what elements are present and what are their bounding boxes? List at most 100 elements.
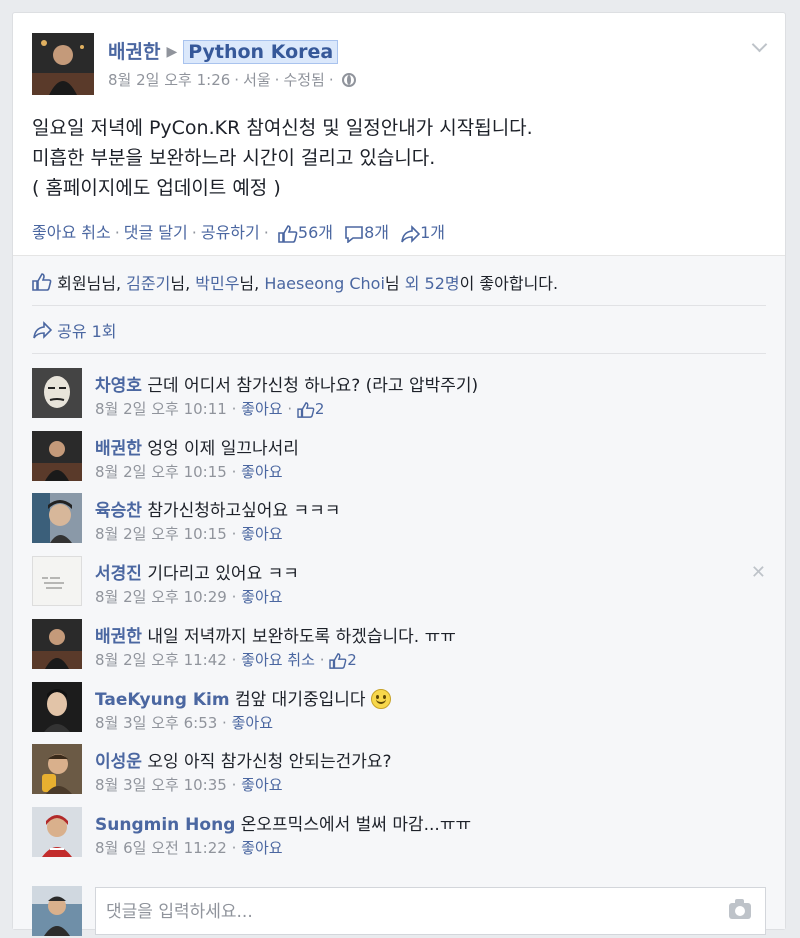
- post-location[interactable]: 서울: [243, 71, 271, 89]
- comment-text: 컴앞 대기중입니다: [235, 690, 366, 710]
- commenter-avatar[interactable]: [32, 493, 82, 543]
- comment-button[interactable]: 댓글 달기: [124, 223, 188, 242]
- comment-like-count[interactable]: 2: [315, 400, 325, 418]
- post-date[interactable]: 8월 2일 오후 1:26: [108, 71, 230, 89]
- commenter-avatar[interactable]: [32, 744, 82, 794]
- commenter-name[interactable]: 배권한: [95, 439, 142, 459]
- divider: [32, 353, 766, 354]
- comment: 육승찬 참가신청하고싶어요 ㅋㅋㅋ 8월 2일 오후 10:15 · 좋아요: [32, 493, 766, 553]
- chevron-down-icon[interactable]: [752, 39, 766, 53]
- post-line: 일요일 저녁에 PyCon.KR 참여신청 및 일정안내가 시작됩니다.: [32, 117, 533, 139]
- comment-like-button[interactable]: 좋아요: [241, 525, 282, 543]
- comment-text: 근데 어디서 참가신청 하나요? (라고 압박주기): [147, 376, 479, 396]
- commenter-name[interactable]: 배권한: [95, 627, 142, 647]
- commenter-name[interactable]: 차영호: [95, 376, 142, 396]
- comment: 배권한 엉엉 이제 일끄나서리 8월 2일 오후 10:15 · 좋아요: [32, 431, 766, 491]
- globe-icon[interactable]: [341, 73, 356, 87]
- like-count[interactable]: 56개: [298, 223, 333, 242]
- like-icon[interactable]: [297, 401, 315, 418]
- comment-text: 엉엉 이제 일끄나서리: [147, 439, 299, 459]
- post-body: 일요일 저녁에 PyCon.KR 참여신청 및 일정안내가 시작됩니다. 미흡한…: [32, 113, 766, 203]
- post-card: 배권한 ▶ Python Korea 8월 2일 오후 1:26 · 서울 · 수정됨 · 일…: [12, 12, 786, 936]
- comment: Sungmin Hong 온오프믹스에서 벌써 마감...ㅠㅠ 8월 6일 오전…: [32, 807, 766, 867]
- comment-like-button[interactable]: 좋아요: [241, 400, 282, 418]
- post-line: 미흡한 부분을 보완하느라 시간이 걸리고 있습니다.: [32, 147, 436, 169]
- comment-like-button[interactable]: 좋아요: [241, 776, 282, 794]
- comment: 이성운 오잉 아직 참가신청 안되는건가요? 8월 3일 오후 10:35 · …: [32, 744, 766, 804]
- comment-like-count[interactable]: 2: [347, 651, 357, 669]
- comment: TaeKyung Kim 컴앞 대기중입니다 8월 3일 오후 6:53 · 좋…: [32, 682, 766, 742]
- camera-icon[interactable]: [729, 899, 751, 919]
- triangle-right-icon: ▶: [166, 44, 178, 60]
- like-icon[interactable]: [329, 652, 347, 669]
- share-icon: [33, 321, 52, 339]
- commenter-avatar[interactable]: [32, 807, 82, 857]
- post-line: ( 홈페이지에도 업데이트 예정 ): [32, 177, 281, 199]
- share-icon[interactable]: [400, 224, 421, 243]
- commenter-avatar[interactable]: [32, 556, 82, 606]
- commenter-avatar[interactable]: [32, 619, 82, 669]
- author-avatar[interactable]: [32, 33, 94, 95]
- comment-time[interactable]: 8월 6일 오전 11:22: [95, 839, 227, 857]
- like-icon: [32, 273, 52, 291]
- post-edited[interactable]: 수정됨: [283, 71, 324, 89]
- commenter-name[interactable]: TaeKyung Kim: [95, 690, 230, 710]
- commenter-name[interactable]: 이성운: [95, 752, 142, 772]
- commenter-avatar[interactable]: [32, 682, 82, 732]
- like-icon[interactable]: [278, 224, 298, 243]
- comment-icon[interactable]: [344, 225, 364, 243]
- comment-like-button[interactable]: 좋아요: [241, 588, 282, 606]
- feedback-section: 회원님님, 김준기님, 박민우님, Haeseong Choi님 외 52명이 …: [13, 256, 785, 936]
- comment-time[interactable]: 8월 2일 오후 10:29: [95, 588, 227, 606]
- shares-label[interactable]: 공유 1회: [57, 322, 116, 341]
- comment-unlike-button[interactable]: 좋아요 취소: [241, 651, 315, 669]
- post-meta: 8월 2일 오후 1:26 · 서울 · 수정됨 ·: [108, 69, 356, 90]
- liker-name[interactable]: Haeseong Choi: [264, 274, 385, 293]
- liker-name: 회원님: [57, 274, 102, 293]
- comment-like-button[interactable]: 좋아요: [241, 463, 282, 481]
- comment-time[interactable]: 8월 3일 오후 6:53: [95, 714, 217, 732]
- post-header: 배권한 ▶ Python Korea 8월 2일 오후 1:26 · 서울 · 수정됨 ·: [32, 33, 766, 103]
- group-name[interactable]: Python Korea: [183, 40, 339, 64]
- comment-time[interactable]: 8월 2일 오후 11:42: [95, 651, 227, 669]
- commenter-name[interactable]: 서경진: [95, 564, 142, 584]
- commenter-avatar[interactable]: [32, 368, 82, 418]
- comment-text: 참가신청하고싶어요 ㅋㅋㅋ: [147, 501, 341, 521]
- comment-text: 기다리고 있어요 ㅋㅋ: [147, 564, 299, 584]
- comment-text: 내일 저녁까지 보완하도록 하겠습니다. ㅠㅠ: [147, 627, 456, 647]
- comment-text: 온오프믹스에서 벌써 마감...ㅠㅠ: [240, 815, 472, 835]
- author-line: 배권한 ▶ Python Korea: [108, 37, 339, 64]
- share-count[interactable]: 1개: [420, 223, 445, 242]
- likes-summary: 회원님님, 김준기님, 박민우님, Haeseong Choi님 외 52명이 …: [32, 270, 558, 294]
- comment-count[interactable]: 8개: [364, 223, 389, 242]
- share-button[interactable]: 공유하기: [201, 223, 260, 242]
- commenter-avatar[interactable]: [32, 431, 82, 481]
- post-actions: 좋아요 취소 · 댓글 달기 · 공유하기 · 56개 8개 1개: [32, 223, 446, 243]
- other-likers-link[interactable]: 외 52명: [405, 274, 460, 293]
- comment-input-box[interactable]: [95, 887, 766, 935]
- shares-link[interactable]: 공유 1회: [32, 318, 117, 342]
- close-icon[interactable]: ✕: [751, 562, 766, 583]
- comment: 차영호 근데 어디서 참가신청 하나요? (라고 압박주기) 8월 2일 오후 …: [32, 368, 766, 428]
- current-user-avatar[interactable]: [32, 886, 82, 936]
- comment-composer: [32, 886, 766, 938]
- commenter-name[interactable]: Sungmin Hong: [95, 815, 235, 835]
- comment-time[interactable]: 8월 2일 오후 10:11: [95, 400, 227, 418]
- unlike-button[interactable]: 좋아요 취소: [32, 223, 111, 242]
- commenter-name[interactable]: 육승찬: [95, 501, 142, 521]
- comment-like-button[interactable]: 좋아요: [232, 714, 273, 732]
- liker-name[interactable]: 김준기: [126, 274, 170, 293]
- comment-text: 오잉 아직 참가신청 안되는건가요?: [147, 752, 392, 772]
- comment-input[interactable]: [104, 897, 708, 927]
- smiley-emoji: [370, 689, 391, 709]
- likes-ending: 이 좋아합니다.: [459, 274, 559, 293]
- comment: 배권한 내일 저녁까지 보완하도록 하겠습니다. ㅠㅠ 8월 2일 오후 11:…: [32, 619, 766, 679]
- comment-time[interactable]: 8월 2일 오후 10:15: [95, 463, 227, 481]
- comment-time[interactable]: 8월 2일 오후 10:15: [95, 525, 227, 543]
- comment: 서경진 기다리고 있어요 ㅋㅋ 8월 2일 오후 10:29 · 좋아요 ✕: [32, 556, 766, 616]
- comment-time[interactable]: 8월 3일 오후 10:35: [95, 776, 227, 794]
- comment-like-button[interactable]: 좋아요: [241, 839, 282, 857]
- liker-name[interactable]: 박민우: [195, 274, 239, 293]
- author-name[interactable]: 배권한: [108, 41, 160, 63]
- divider: [32, 305, 766, 306]
